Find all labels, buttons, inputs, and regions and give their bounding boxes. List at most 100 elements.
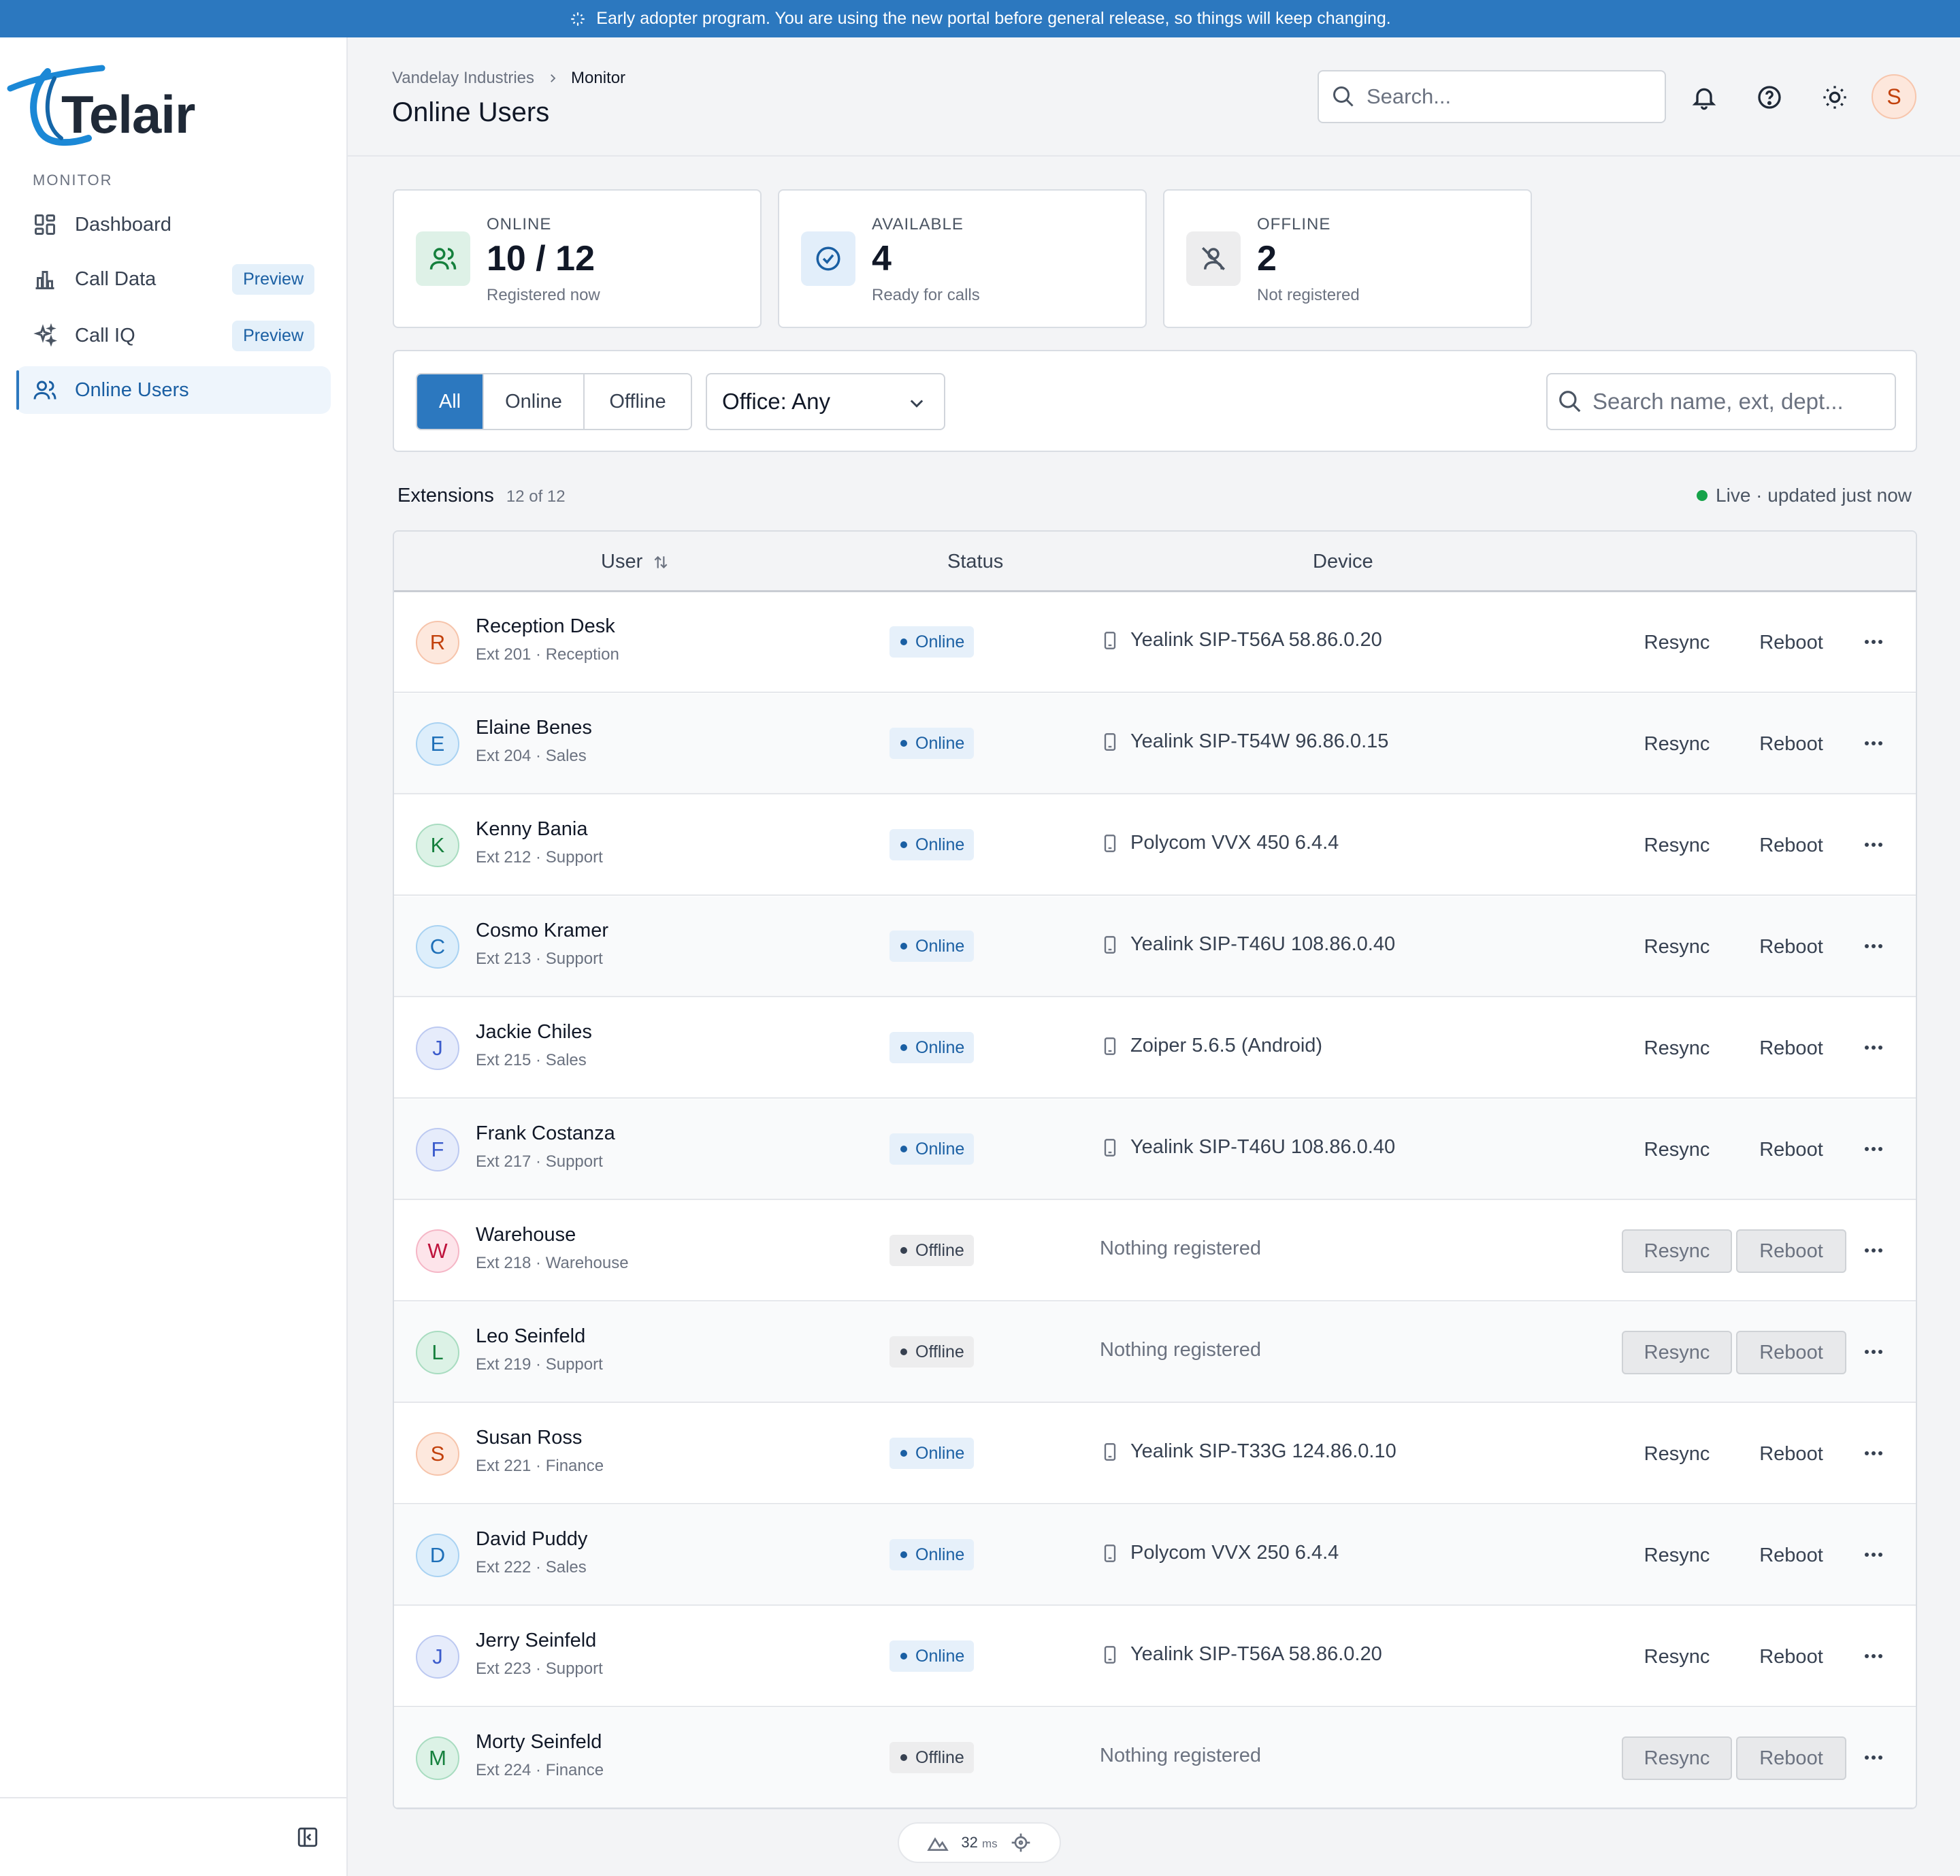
- user-extension-dept: Ext 201 · Reception: [476, 645, 619, 664]
- stat-value: 10 / 12: [487, 239, 595, 278]
- more-actions-icon[interactable]: [1860, 1646, 1887, 1666]
- device-none: Nothing registered: [1100, 1339, 1261, 1361]
- user-extension-dept: Ext 224 · Finance: [476, 1761, 604, 1779]
- resync-button[interactable]: Resync: [1622, 925, 1732, 969]
- user-name: Jerry Seinfeld: [476, 1630, 597, 1651]
- device-name: Zoiper 5.6.5 (Android): [1130, 1035, 1323, 1056]
- status-dot-icon: [900, 943, 907, 950]
- resync-button[interactable]: Resync: [1622, 1432, 1732, 1476]
- column-user[interactable]: User: [601, 551, 670, 573]
- sidebar-item-online-users[interactable]: Online Users: [16, 366, 331, 414]
- breadcrumb-org[interactable]: Vandelay Industries: [392, 69, 534, 88]
- reboot-button[interactable]: Reboot: [1736, 1331, 1846, 1374]
- live-dot-icon: [1697, 490, 1708, 501]
- performance-indicator[interactable]: 32 ms: [898, 1822, 1061, 1863]
- reboot-button[interactable]: Reboot: [1736, 1128, 1846, 1171]
- sidebar-item-call-iq[interactable]: Call IQ Preview: [16, 312, 331, 359]
- user-name: Kenny Bania: [476, 818, 588, 840]
- table-body: R Reception Desk Ext 201 · Reception Online…: [394, 592, 1916, 1808]
- status-dot-icon: [900, 1146, 907, 1152]
- latency-value: 32: [961, 1834, 978, 1851]
- table-row: C Cosmo Kramer Ext 213 · Support Online Yeal…: [394, 896, 1916, 997]
- stat-card-offline: OFFLINE 2 Not registered: [1163, 189, 1532, 328]
- sidebar-item-dashboard[interactable]: Dashboard: [16, 201, 331, 248]
- more-actions-icon[interactable]: [1860, 733, 1887, 754]
- reboot-button[interactable]: Reboot: [1736, 824, 1846, 867]
- user-extension-dept: Ext 212 · Support: [476, 848, 603, 867]
- latency-unit: ms: [981, 1837, 998, 1850]
- resync-button[interactable]: Resync: [1622, 1128, 1732, 1171]
- device-none: Nothing registered: [1100, 1745, 1261, 1766]
- reboot-button[interactable]: Reboot: [1736, 621, 1846, 664]
- user-avatar: K: [416, 824, 459, 867]
- mountain-icon: [927, 1837, 949, 1851]
- resync-button[interactable]: Resync: [1622, 1229, 1732, 1273]
- status-text: Online: [915, 1037, 965, 1057]
- search-placeholder: Search...: [1367, 84, 1452, 108]
- device-name: Yealink SIP-T33G 124.86.0.10: [1130, 1440, 1396, 1462]
- resync-button[interactable]: Resync: [1622, 1026, 1732, 1070]
- tab-offline[interactable]: Offline: [585, 374, 691, 429]
- reboot-button[interactable]: Reboot: [1736, 1229, 1846, 1273]
- reboot-button[interactable]: Reboot: [1736, 1635, 1846, 1679]
- more-actions-icon[interactable]: [1860, 1443, 1887, 1463]
- device-name: Yealink SIP-T46U 108.86.0.40: [1130, 933, 1396, 955]
- more-actions-icon[interactable]: [1860, 936, 1887, 956]
- more-actions-icon[interactable]: [1860, 1240, 1887, 1261]
- collapse-sidebar-icon[interactable]: [296, 1826, 319, 1849]
- reboot-button[interactable]: Reboot: [1736, 1026, 1846, 1070]
- reboot-button[interactable]: Reboot: [1736, 722, 1846, 766]
- sidebar-item-call-data[interactable]: Call Data Preview: [16, 255, 331, 303]
- reboot-button[interactable]: Reboot: [1736, 1432, 1846, 1476]
- resync-button[interactable]: Resync: [1622, 1331, 1732, 1374]
- chevron-down-icon: [910, 400, 924, 408]
- sidebar-item-label: Call Data: [75, 268, 157, 290]
- reboot-button[interactable]: Reboot: [1736, 1736, 1846, 1780]
- sparkles-icon: [31, 322, 59, 349]
- user-avatar[interactable]: S: [1872, 74, 1916, 119]
- extension-search-input[interactable]: Search name, ext, dept...: [1546, 373, 1896, 430]
- search-placeholder: Search name, ext, dept...: [1592, 389, 1844, 414]
- dashboard-grid-icon: [31, 211, 59, 238]
- status-dot-icon: [900, 1653, 907, 1660]
- more-actions-icon[interactable]: [1860, 1545, 1887, 1565]
- reboot-button[interactable]: Reboot: [1736, 1534, 1846, 1577]
- stat-label: AVAILABLE: [872, 215, 964, 233]
- help-icon[interactable]: [1756, 84, 1783, 111]
- breadcrumb: Vandelay Industries Monitor: [392, 69, 625, 88]
- stat-label: OFFLINE: [1257, 215, 1331, 233]
- device-info: Polycom VVX 450 6.4.4: [1102, 832, 1339, 854]
- status-dot-icon: [900, 1551, 907, 1558]
- resync-button[interactable]: Resync: [1622, 621, 1732, 664]
- more-actions-icon[interactable]: [1860, 1139, 1887, 1159]
- bell-icon[interactable]: [1690, 84, 1718, 111]
- more-actions-icon[interactable]: [1860, 1342, 1887, 1362]
- status-badge: Online: [889, 728, 975, 759]
- status-text: Online: [915, 1443, 965, 1463]
- more-actions-icon[interactable]: [1860, 1747, 1887, 1768]
- resync-button[interactable]: Resync: [1622, 1736, 1732, 1780]
- status-badge: Online: [889, 1539, 975, 1570]
- more-actions-icon[interactable]: [1860, 835, 1887, 855]
- resync-button[interactable]: Resync: [1622, 1534, 1732, 1577]
- table-row: R Reception Desk Ext 201 · Reception Online…: [394, 592, 1916, 693]
- resync-button[interactable]: Resync: [1622, 824, 1732, 867]
- table-row: E Elaine Benes Ext 204 · Sales Online Yealin…: [394, 694, 1916, 794]
- page-title: Online Users: [392, 97, 550, 127]
- user-avatar: L: [416, 1331, 459, 1374]
- resync-button[interactable]: Resync: [1622, 1635, 1732, 1679]
- reboot-button[interactable]: Reboot: [1736, 925, 1846, 969]
- tab-online[interactable]: Online: [484, 374, 585, 429]
- tab-all[interactable]: All: [417, 374, 484, 429]
- resync-button[interactable]: Resync: [1622, 722, 1732, 766]
- office-select[interactable]: Office: Any: [706, 373, 945, 430]
- theme-sun-icon[interactable]: [1821, 84, 1848, 111]
- status-dot-icon: [900, 638, 907, 645]
- more-actions-icon[interactable]: [1860, 632, 1887, 652]
- user-avatar: R: [416, 621, 459, 664]
- user-extension-dept: Ext 221 · Finance: [476, 1457, 604, 1475]
- more-actions-icon[interactable]: [1860, 1037, 1887, 1058]
- device-info: Yealink SIP-T46U 108.86.0.40: [1102, 1136, 1395, 1159]
- status-badge: Online: [889, 626, 975, 658]
- global-search-input[interactable]: Search...: [1318, 70, 1666, 123]
